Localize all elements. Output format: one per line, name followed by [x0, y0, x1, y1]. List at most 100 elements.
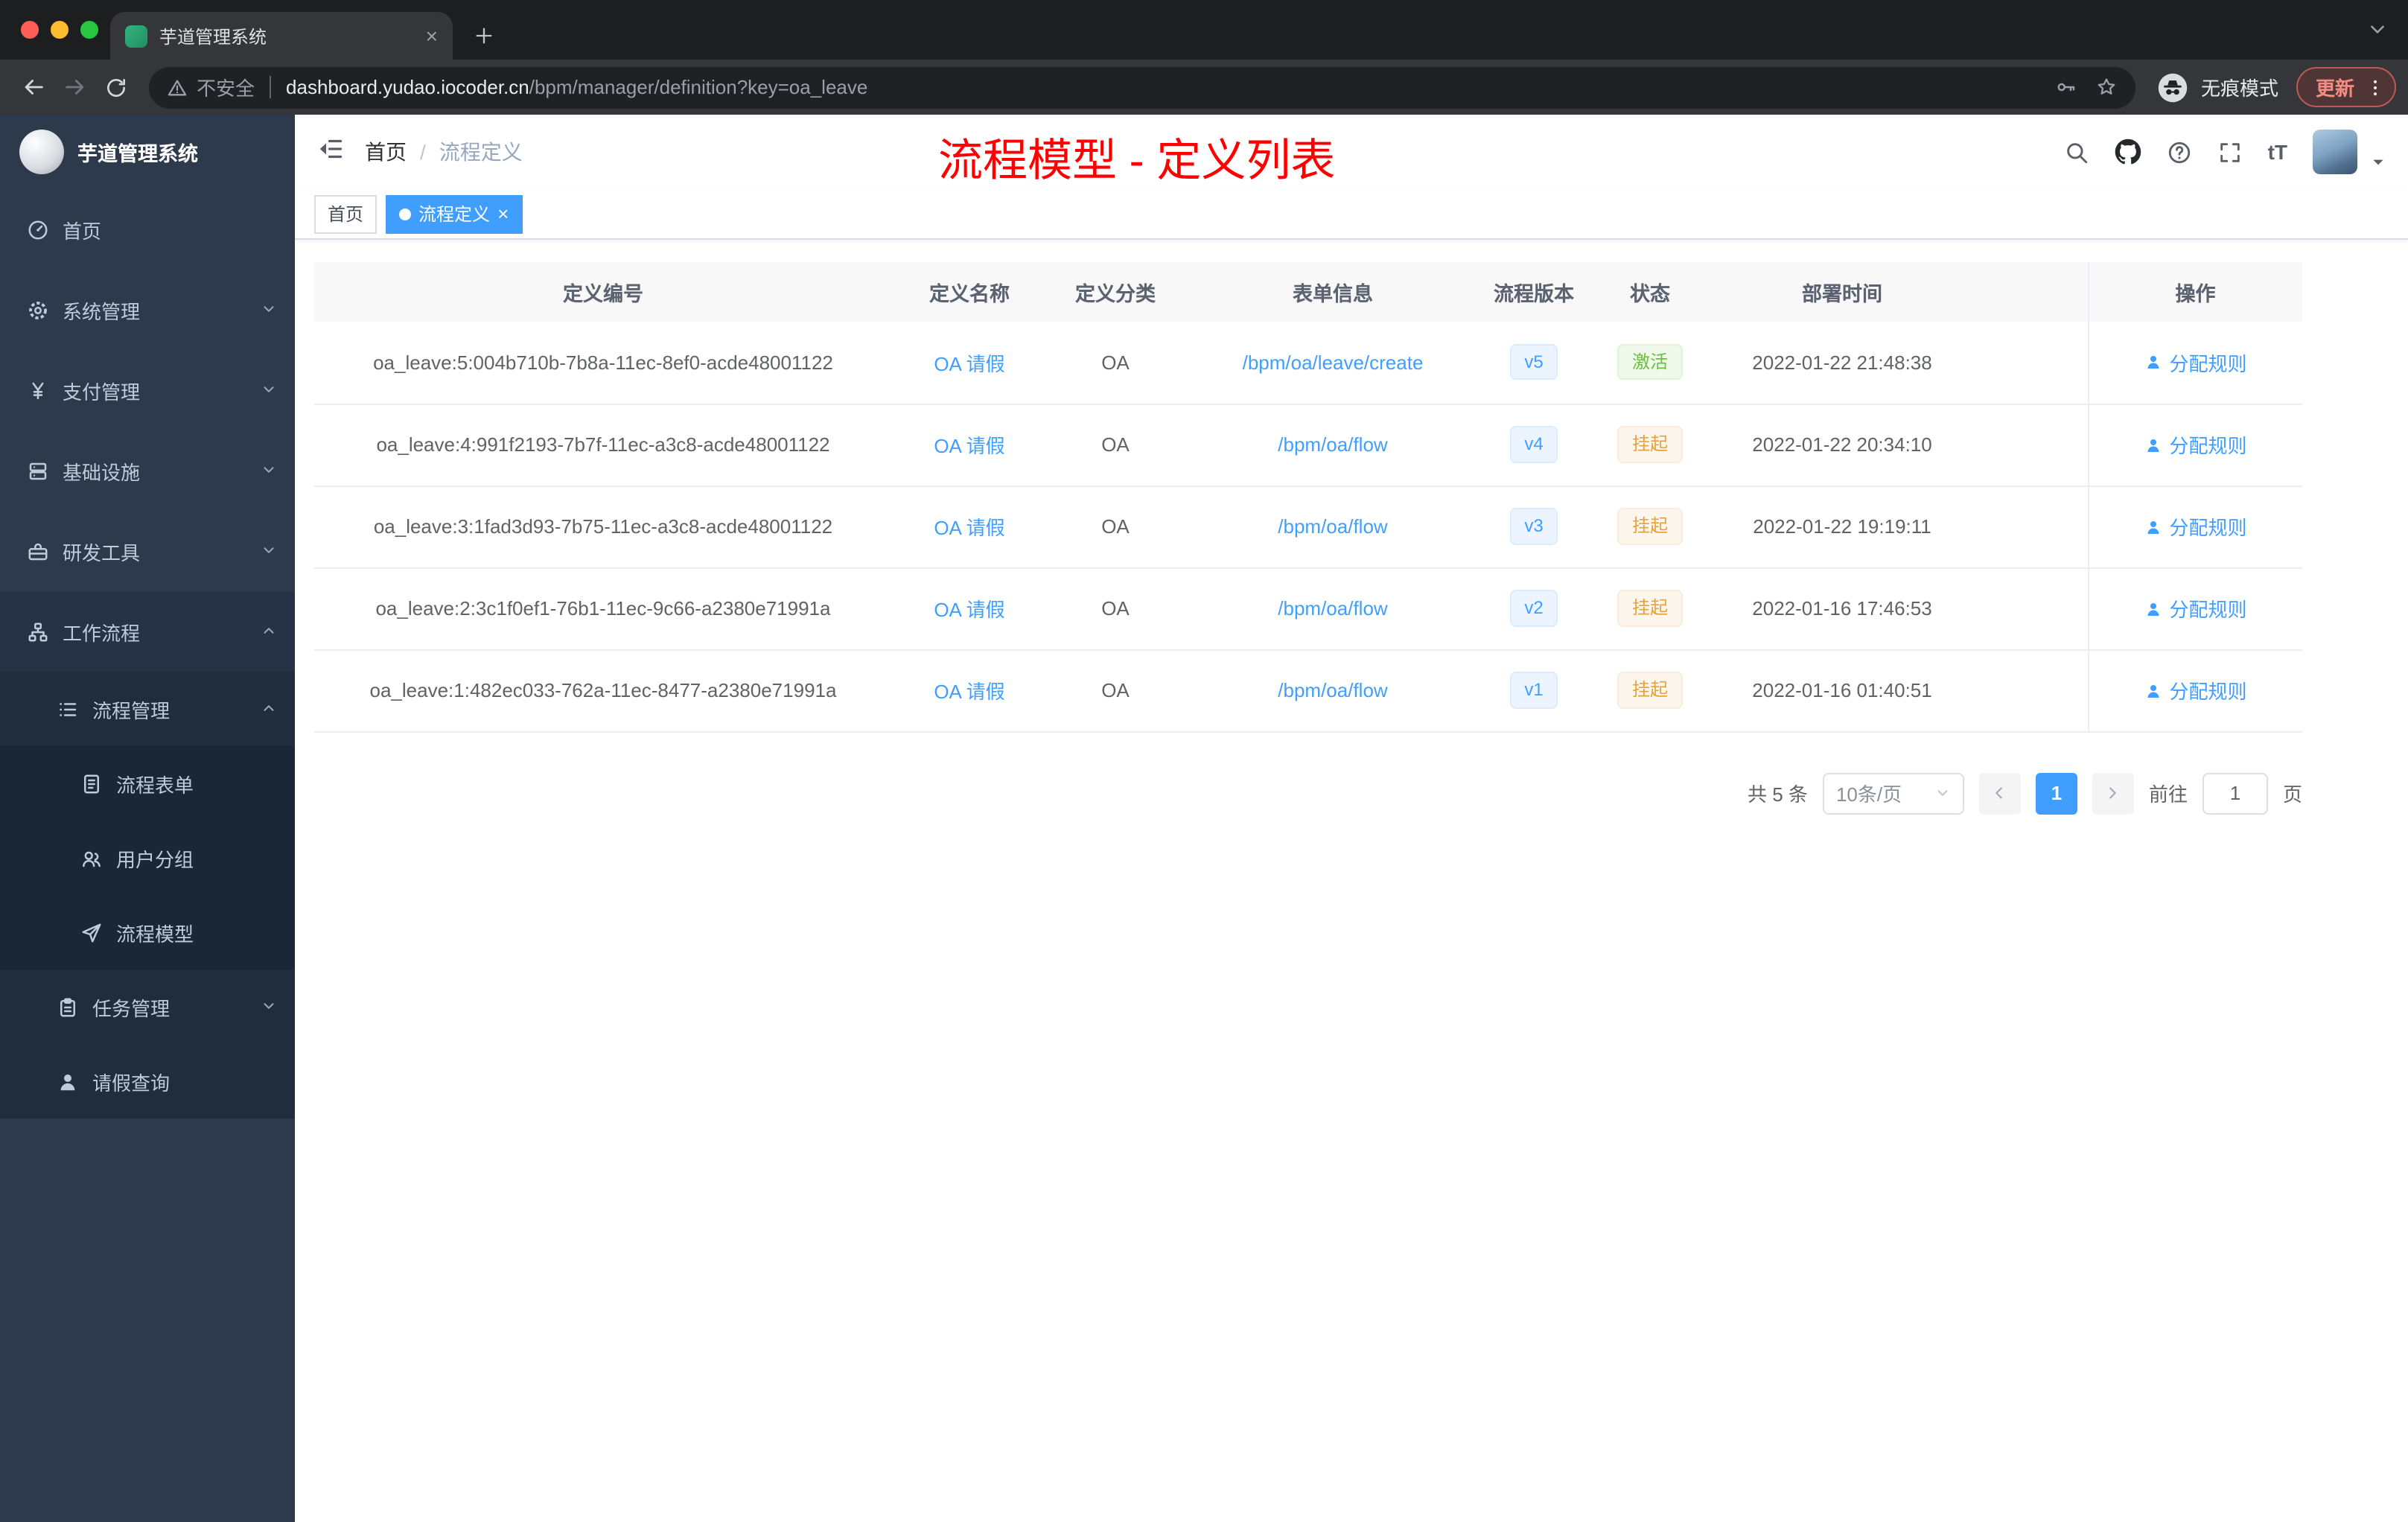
definition-category: OA	[1101, 597, 1130, 620]
assign-rule-link[interactable]: 分配规则	[2144, 676, 2247, 704]
definition-id: oa_leave:2:3c1f0ef1-76b1-11ec-9c66-a2380…	[375, 597, 831, 620]
column-header: 定义名称	[892, 262, 1047, 322]
assign-rule-link[interactable]: 分配规则	[2144, 430, 2247, 459]
next-page-button[interactable]	[2092, 772, 2134, 814]
form-link[interactable]: /bpm/oa/leave/create	[1243, 351, 1424, 374]
table-row: oa_leave:3:1fad3d93-7b75-11ec-a3c8-acde4…	[314, 485, 2302, 568]
assign-rule-link[interactable]: 分配规则	[2144, 594, 2247, 623]
definition-name-link[interactable]: OA 请假	[934, 681, 1004, 703]
password-key-icon[interactable]	[2055, 76, 2077, 98]
tab-close-icon[interactable]: ×	[426, 25, 438, 46]
sidebar-item-user-group[interactable]: 用户分组	[0, 821, 295, 895]
deploy-time: 2022-01-16 01:40:51	[1752, 679, 1932, 701]
caret-down-icon	[2373, 159, 2383, 165]
sidebar-item-dev-tools[interactable]: 研发工具	[0, 511, 295, 591]
sidebar-item-label: 流程模型	[116, 923, 194, 945]
incognito-label: 无痕模式	[2200, 77, 2278, 100]
window-minimize-button[interactable]	[51, 21, 69, 39]
status-badge: 挂起	[1617, 426, 1683, 463]
goto-page-input[interactable]	[2202, 772, 2268, 814]
window-close-button[interactable]	[21, 21, 39, 39]
browser-update-button[interactable]: 更新	[2296, 67, 2396, 107]
fullscreen-icon[interactable]	[2217, 139, 2243, 165]
app-logo-row[interactable]: 芋道管理系统	[0, 115, 295, 189]
forward-arrow-icon	[65, 80, 83, 95]
window-zoom-button[interactable]	[80, 21, 98, 39]
pagination-total: 共 5 条	[1748, 783, 1808, 806]
assign-rule-link[interactable]: 分配规则	[2144, 348, 2247, 377]
update-label: 更新	[2315, 77, 2354, 100]
clipboard-icon	[57, 996, 79, 1018]
definition-category: OA	[1101, 433, 1130, 456]
github-icon[interactable]	[2115, 138, 2141, 165]
annotation-title: 流程模型 - 定义列表	[938, 137, 1336, 186]
chevron-down-icon	[1937, 790, 1948, 796]
new-tab-button[interactable]	[465, 16, 503, 55]
tab-favicon-icon	[125, 25, 147, 47]
user-avatar[interactable]	[2313, 130, 2357, 174]
menu-dots-icon[interactable]	[2365, 77, 2386, 98]
browser-tab[interactable]: 芋道管理系统 ×	[110, 12, 453, 60]
definition-name-link[interactable]: OA 请假	[934, 599, 1004, 621]
security-label: 不安全	[197, 77, 255, 100]
sidebar-item-process-model[interactable]: 流程模型	[0, 895, 295, 969]
tag-close-icon[interactable]: ×	[497, 204, 509, 223]
active-dot-icon	[399, 208, 412, 220]
security-chip[interactable]: 不安全	[167, 73, 255, 101]
breadcrumb-home[interactable]: 首页	[365, 137, 407, 167]
form-link[interactable]: /bpm/oa/flow	[1278, 515, 1387, 538]
sidebar-item-home[interactable]: 首页	[0, 189, 295, 270]
help-icon[interactable]	[2167, 139, 2192, 165]
deploy-time: 2022-01-22 21:48:38	[1752, 351, 1932, 374]
definition-name-link[interactable]: OA 请假	[934, 353, 1004, 375]
bookmark-star-icon[interactable]	[2095, 76, 2118, 98]
chevron-up-icon	[261, 620, 277, 643]
sidebar-item-label: 基础设施	[63, 461, 141, 483]
sidebar-item-infrastructure[interactable]: 基础设施	[0, 430, 295, 511]
definition-id: oa_leave:5:004b710b-7b8a-11ec-8ef0-acde4…	[373, 351, 833, 374]
form-link[interactable]: /bpm/oa/flow	[1278, 597, 1387, 620]
font-size-icon[interactable]: tT	[2268, 140, 2287, 164]
chevron-down-icon	[2371, 25, 2384, 34]
forward-button[interactable]	[54, 66, 95, 108]
tab-search-button[interactable]	[2368, 19, 2387, 46]
page-size-select[interactable]: 10条/页	[1822, 772, 1964, 814]
tag-process-definition[interactable]: 流程定义 ×	[386, 194, 523, 233]
sidebar-item-workflow[interactable]: 工作流程	[0, 591, 295, 672]
prev-page-button[interactable]	[1978, 772, 2021, 814]
sidebar-item-leave-query[interactable]: 请假查询	[0, 1044, 295, 1118]
chevron-down-icon	[261, 540, 277, 562]
sidebar-item-payment[interactable]: 支付管理	[0, 350, 295, 430]
chevron-down-icon	[261, 996, 277, 1018]
sidebar-item-task-management[interactable]: 任务管理	[0, 969, 295, 1044]
assign-rule-label: 分配规则	[2169, 517, 2247, 539]
sidebar-fold-button[interactable]	[317, 135, 344, 169]
tag-home[interactable]: 首页	[314, 194, 378, 233]
column-header: 流程版本	[1482, 262, 1586, 322]
form-link[interactable]: /bpm/oa/flow	[1278, 679, 1387, 701]
search-icon[interactable]	[2064, 139, 2089, 165]
definition-category: OA	[1101, 679, 1130, 701]
chevron-down-icon	[261, 299, 277, 321]
sidebar-item-system[interactable]: 系统管理	[0, 270, 295, 350]
window-controls	[21, 21, 98, 39]
sidebar-item-label: 研发工具	[63, 541, 141, 564]
assign-rule-label: 分配规则	[2169, 435, 2247, 457]
definition-name-link[interactable]: OA 请假	[934, 435, 1004, 457]
address-bar[interactable]: 不安全 dashboard.yudao.iocoder.cn/bpm/manag…	[149, 66, 2135, 108]
sidebar-item-process-management[interactable]: 流程管理	[0, 672, 295, 746]
sidebar-item-process-form[interactable]: 流程表单	[0, 746, 295, 821]
chevron-down-icon	[261, 379, 277, 401]
column-header: 状态	[1586, 262, 1714, 322]
definition-name-link[interactable]: OA 请假	[934, 517, 1004, 539]
breadcrumb-separator: /	[420, 140, 426, 164]
back-button[interactable]	[12, 66, 54, 108]
reload-button[interactable]	[95, 66, 137, 108]
assign-rule-link[interactable]: 分配规则	[2144, 512, 2247, 541]
table-row: oa_leave:5:004b710b-7b8a-11ec-8ef0-acde4…	[314, 322, 2302, 404]
version-badge: v3	[1509, 508, 1558, 545]
browser-tab-strip: 芋道管理系统 ×	[0, 0, 2408, 60]
assign-rule-label: 分配规则	[2169, 352, 2247, 375]
form-link[interactable]: /bpm/oa/flow	[1278, 433, 1387, 456]
page-number-1[interactable]: 1	[2035, 772, 2077, 814]
